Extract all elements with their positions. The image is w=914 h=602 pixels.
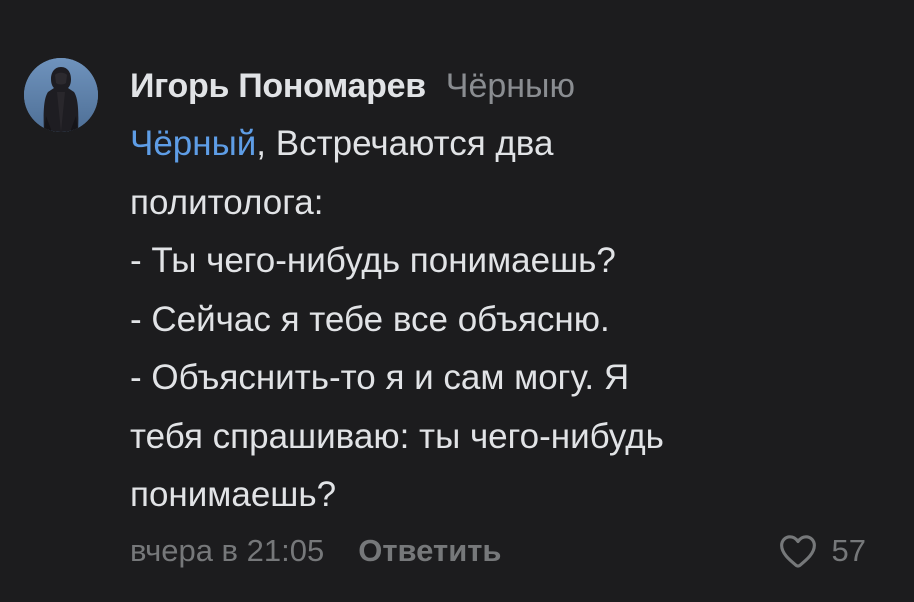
like-count: 57	[831, 533, 866, 568]
comment-line: - Объяснить-то я и сам могу. Я	[130, 358, 630, 397]
heart-outline-icon	[779, 535, 816, 568]
author-name[interactable]: Игорь Пономарев	[130, 67, 426, 105]
reply-button[interactable]: Ответить	[358, 533, 501, 568]
avatar-image	[24, 58, 98, 132]
like-button[interactable]: 57	[778, 528, 866, 574]
timestamp: вчера в 21:05	[130, 533, 325, 568]
comment-line: политолога:	[130, 182, 324, 222]
comment-line: тебя спрашиваю: ты чего-нибудь	[130, 416, 664, 456]
comment: Игорь Пономарев Чёрныю Чёрный, Встречаютс…	[0, 0, 914, 602]
mention-link[interactable]: Чёрный	[130, 124, 256, 163]
avatar[interactable]	[24, 58, 98, 132]
comment-line: Чёрный, Встречаются два	[130, 115, 850, 174]
comment-line: - Сейчас я тебе все объясню.	[130, 299, 610, 339]
comment-line: - Ты чего-нибудь понимаешь?	[130, 241, 616, 280]
comment-line-text: , Встречаются два	[256, 124, 554, 163]
comment-text: Чёрный, Встречаются два политолога: - Ты…	[130, 115, 850, 525]
comment-line: понимаешь?	[130, 475, 337, 514]
reply-to-name[interactable]: Чёрныю	[446, 67, 575, 105]
comment-header: Игорь Пономарев Чёрныю	[130, 62, 575, 110]
comment-footer: вчера в 21:05 Ответить	[130, 528, 502, 574]
